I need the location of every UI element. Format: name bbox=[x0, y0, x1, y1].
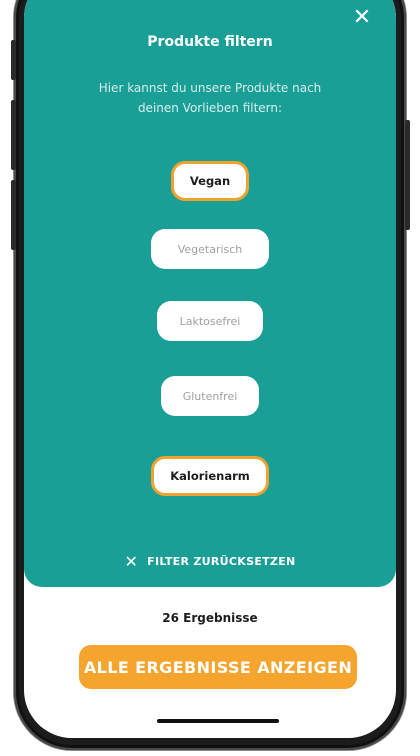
page-title: Produkte filtern bbox=[147, 34, 273, 50]
phone-screen: ✕ Produkte filtern Hier kannst du unsere… bbox=[24, 0, 396, 738]
result-count: 26 Ergebnisse bbox=[162, 611, 258, 625]
filter-chip-laktosefrei[interactable]: Laktosefrei bbox=[157, 301, 263, 341]
filter-panel: ✕ Produkte filtern Hier kannst du unsere… bbox=[24, 0, 396, 587]
home-indicator[interactable] bbox=[157, 719, 279, 723]
intro-text: Hier kannst du unsere Produkte nach dein… bbox=[98, 81, 322, 115]
reset-filter-label: FILTER ZURÜCKSETZEN bbox=[147, 554, 296, 568]
volume-up-button bbox=[11, 100, 16, 170]
reset-filter-button[interactable]: ✕ FILTER ZURÜCKSETZEN bbox=[24, 550, 396, 572]
filter-chip-vegan[interactable]: Vegan bbox=[171, 161, 249, 201]
power-button bbox=[405, 120, 410, 230]
close-icon[interactable]: ✕ bbox=[350, 6, 374, 30]
filter-chip-vegetarisch[interactable]: Vegetarisch bbox=[151, 229, 269, 269]
close-icon: ✕ bbox=[124, 551, 139, 571]
show-all-results-button[interactable]: ALLE ERGEBNISSE ANZEIGEN bbox=[79, 645, 357, 689]
filter-chip-glutenfrei[interactable]: Glutenfrei bbox=[161, 376, 259, 416]
volume-down-button bbox=[11, 180, 16, 250]
mute-switch bbox=[11, 40, 16, 80]
filter-chip-kalorienarm[interactable]: Kalorienarm bbox=[151, 456, 269, 496]
